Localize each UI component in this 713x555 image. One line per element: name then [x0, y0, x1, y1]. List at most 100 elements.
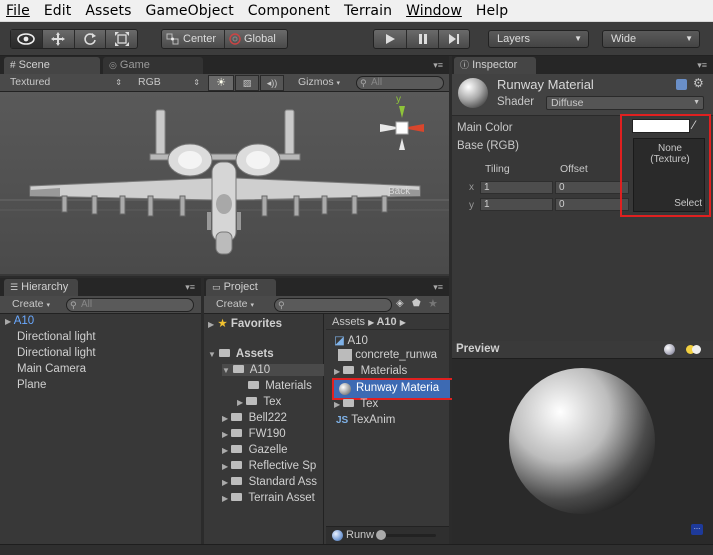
menu-component[interactable]: Component — [248, 3, 330, 19]
menu-help[interactable]: Help — [476, 3, 508, 19]
shading-dropdown[interactable]: Textured ⇕ — [4, 76, 124, 90]
expand-arrow-icon: ▶ — [222, 462, 229, 471]
favorites-item[interactable]: ▶ ★ Favorites — [208, 316, 282, 330]
hierarchy-item-plane[interactable]: Plane — [17, 379, 46, 391]
offset-y-field[interactable]: 0 — [555, 198, 629, 211]
file-item-concrete[interactable]: concrete_runwa — [338, 349, 437, 361]
file-item-texanim[interactable]: JS TexAnim — [336, 414, 395, 426]
folder-label: Materials — [265, 380, 312, 392]
inspector-header: Runway Material ⚙ Shader Diffuse ▼ — [452, 74, 713, 116]
scene-viewport[interactable]: y Back — [0, 92, 449, 274]
create-label: Create — [216, 298, 248, 310]
hierarchy-item-a10[interactable]: ▶ A10 — [5, 315, 34, 327]
pause-button[interactable] — [407, 30, 439, 48]
skybox-toggle[interactable]: ▨ — [235, 75, 259, 91]
folder-item-gazelle[interactable]: ▶ Gazelle — [222, 444, 288, 456]
tab-scene[interactable]: # Scene — [4, 57, 100, 74]
project-footer: Runw — [326, 526, 449, 544]
folder-item-terrain[interactable]: ▶ Terrain Asset — [222, 492, 315, 504]
hierarchy-item-light-2[interactable]: Directional light — [17, 347, 96, 359]
play-icon — [386, 34, 395, 44]
folder-item-bell222[interactable]: ▶ Bell222 — [222, 412, 287, 424]
shader-dropdown[interactable]: Diffuse ▼ — [546, 96, 704, 110]
folder-item-tex[interactable]: ▶ Tex — [237, 396, 281, 408]
menu-window[interactable]: Window — [406, 3, 462, 19]
folder-item-a10[interactable]: ▼ A10 — [222, 364, 324, 376]
pivot-global-button[interactable]: Global — [225, 30, 287, 48]
gear-icon[interactable]: ⚙ — [693, 76, 704, 90]
folder-item-materials[interactable]: Materials — [248, 380, 312, 392]
scene-search-input[interactable]: ⚲ All — [356, 76, 444, 90]
preview-light-icon[interactable] — [686, 345, 702, 354]
project-create-dropdown[interactable]: Create ▾ — [210, 298, 262, 312]
file-item-materials[interactable]: ▶ Materials — [334, 365, 407, 377]
layers-dropdown[interactable]: Layers ▼ — [488, 30, 589, 48]
search-icon: ⚲ — [278, 300, 285, 310]
layout-dropdown[interactable]: Wide ▼ — [602, 30, 700, 48]
gizmos-dropdown[interactable]: Gizmos ▾ — [292, 76, 350, 90]
filter-type-icon[interactable]: ◈ — [396, 298, 404, 309]
star-icon[interactable]: ★ — [428, 297, 438, 310]
menu-file[interactable]: File — [6, 3, 30, 19]
assets-root-item[interactable]: ▼ Assets — [208, 348, 274, 360]
project-search-input[interactable]: ⚲ — [274, 298, 392, 312]
rotate-tool-button[interactable] — [75, 30, 107, 48]
tab-hierarchy[interactable]: ☰ Hierarchy — [4, 279, 78, 296]
step-button[interactable] — [439, 30, 469, 48]
footer-selected-label: Runw — [346, 529, 375, 541]
lighting-toggle[interactable]: ☀ — [208, 75, 234, 91]
hierarchy-item-label: A10 — [13, 315, 35, 327]
hierarchy-search-input[interactable]: ⚲ All — [66, 298, 194, 312]
sun-icon: ☀ — [216, 77, 226, 89]
game-icon: ◎ — [109, 60, 117, 70]
prefab-cube-icon: ◪ — [334, 335, 345, 347]
pivot-center-button[interactable]: Center — [162, 30, 225, 48]
folder-item-standard[interactable]: ▶ Standard Ass — [222, 476, 317, 488]
tab-project[interactable]: ▭ Project — [206, 279, 276, 296]
render-mode-dropdown[interactable]: RGB ⇕ — [132, 76, 202, 90]
thumbnail-size-slider[interactable] — [376, 530, 436, 540]
file-item-tex[interactable]: ▶ Tex — [334, 398, 378, 410]
panel-menu-icon[interactable]: ▾≡ — [697, 60, 707, 71]
preview-shape-icon[interactable] — [664, 344, 675, 355]
help-book-icon[interactable] — [676, 79, 687, 90]
menu-assets[interactable]: Assets — [85, 3, 131, 19]
layout-label: Wide — [611, 33, 637, 45]
panel-menu-icon[interactable]: ▾≡ — [433, 282, 443, 293]
tab-hierarchy-label: Hierarchy — [21, 281, 69, 293]
preview-settings-icon[interactable]: … — [691, 524, 703, 535]
pivot-center-label: Center — [183, 33, 217, 45]
hierarchy-item-camera[interactable]: Main Camera — [17, 363, 86, 375]
slider-handle[interactable] — [376, 530, 386, 540]
audio-toggle[interactable]: ◂)) — [260, 75, 284, 91]
menu-edit[interactable]: Edit — [44, 3, 72, 19]
hierarchy-create-dropdown[interactable]: Create ▾ — [6, 298, 56, 312]
tag-icon[interactable]: ⬟ — [412, 298, 421, 309]
tab-game[interactable]: ◎ Game — [103, 57, 203, 74]
chevron-down-icon: ▾ — [336, 80, 341, 87]
move-tool-button[interactable] — [43, 30, 75, 48]
tiling-y-field[interactable]: 1 — [480, 198, 553, 211]
eye-icon — [17, 33, 36, 45]
folder-item-reflective[interactable]: ▶ Reflective Sp — [222, 460, 316, 472]
play-button[interactable] — [374, 30, 407, 48]
expand-arrow-icon: ▶ — [222, 446, 229, 455]
panel-menu-icon[interactable]: ▾≡ — [185, 282, 195, 293]
breadcrumb-root[interactable]: Assets — [332, 316, 365, 328]
folder-item-fw190[interactable]: ▶ FW190 — [222, 428, 286, 440]
tiling-x-field[interactable]: 1 — [480, 181, 553, 194]
panel-menu-icon[interactable]: ▾≡ — [433, 60, 443, 71]
hierarchy-item-light-1[interactable]: Directional light — [17, 331, 96, 343]
scale-tool-button[interactable] — [106, 30, 137, 48]
menu-gameobject[interactable]: GameObject — [146, 3, 234, 19]
tab-inspector[interactable]: ⓘ Inspector — [454, 57, 536, 74]
hand-tool-button[interactable] — [11, 30, 43, 48]
chevron-down-icon: ▾ — [250, 302, 254, 309]
folder-tab-icon: ▭ — [212, 282, 221, 292]
breadcrumb-current[interactable]: A10 — [376, 316, 396, 328]
offset-x-field[interactable]: 0 — [555, 181, 629, 194]
menu-terrain[interactable]: Terrain — [344, 3, 392, 19]
chevron-down-icon: ▼ — [685, 34, 693, 43]
file-label: Materials — [360, 365, 408, 377]
file-item-a10[interactable]: ◪ A10 — [334, 333, 368, 347]
